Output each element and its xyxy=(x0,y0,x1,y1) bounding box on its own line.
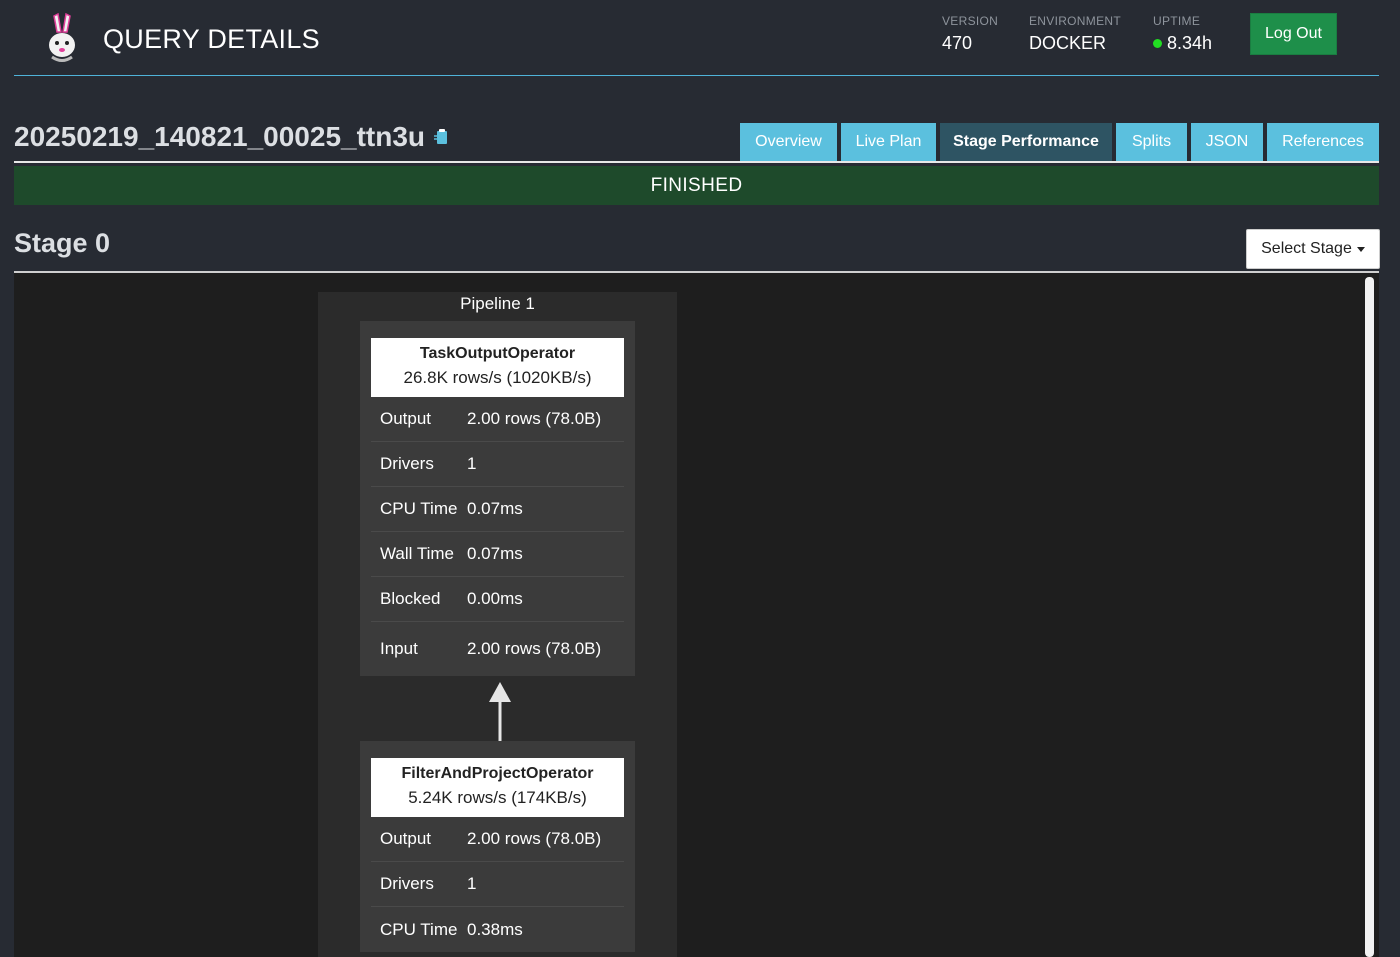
bunny-logo-icon xyxy=(49,12,75,62)
stat-key: Input xyxy=(380,639,418,658)
operator-rate: 5.24K rows/s (174KB/s) xyxy=(408,788,587,807)
operator-header: FilterAndProjectOperator 5.24K rows/s (1… xyxy=(371,758,624,817)
stat-value: 2.00 rows (78.0B) xyxy=(467,829,602,848)
stat-row: CPU Time 0.38ms xyxy=(371,907,624,952)
operator-rate: 26.8K rows/s (1020KB/s) xyxy=(403,368,592,387)
status-dot-icon xyxy=(1153,39,1162,48)
top-header: QUERY DETAILS VERSION 470 ENVIRONMENT DO… xyxy=(14,0,1379,76)
tab-references[interactable]: References xyxy=(1267,123,1379,161)
stat-row: Output 2.00 rows (78.0B) xyxy=(371,817,624,862)
stat-row: Input 2.00 rows (78.0B) xyxy=(371,622,624,676)
stat-key: Output xyxy=(380,409,432,428)
stat-row: Drivers 1 xyxy=(371,442,624,487)
tab-splits[interactable]: Splits xyxy=(1116,123,1187,161)
vertical-scrollbar[interactable] xyxy=(1362,273,1379,957)
operator-name: TaskOutputOperator xyxy=(419,345,576,362)
uptime-value: 8.34h xyxy=(1167,33,1213,53)
operator-node[interactable]: TaskOutputOperator 26.8K rows/s (1020KB/… xyxy=(360,321,635,676)
stat-key: Output xyxy=(380,829,432,848)
tab-overview[interactable]: Overview xyxy=(740,123,837,161)
operator-stats: Output 2.00 rows (78.0B) Drivers 1 CPU Tim… xyxy=(371,817,624,952)
scrollbar-thumb[interactable] xyxy=(1365,277,1374,957)
tab-bar: Overview Live Plan Stage Performance Spl… xyxy=(740,123,1379,161)
uptime-row: 8.34h xyxy=(1153,33,1212,54)
stat-row: Blocked 0.00ms xyxy=(371,577,624,622)
version-value: 470 xyxy=(942,33,973,53)
stat-key: CPU Time xyxy=(380,499,458,518)
stat-value: 0.38ms xyxy=(467,919,523,939)
select-stage-dropdown[interactable]: Select Stage xyxy=(1246,229,1380,269)
tab-live-plan[interactable]: Live Plan xyxy=(841,123,936,161)
query-status-bar: FINISHED xyxy=(14,166,1379,205)
stat-key: Drivers xyxy=(380,874,434,893)
tab-json[interactable]: JSON xyxy=(1191,123,1263,161)
environment-value: DOCKER xyxy=(1029,33,1107,53)
stat-row: CPU Time 0.07ms xyxy=(371,487,624,532)
pipeline-group: Pipeline 1 TaskOutputOperator 26.8K rows… xyxy=(318,292,677,957)
logout-button[interactable]: Log Out xyxy=(1250,13,1337,55)
stat-value: 2.00 rows (78.0B) xyxy=(467,639,602,658)
stat-value: 2.00 rows (78.0B) xyxy=(467,409,602,428)
flow-arrow-icon xyxy=(489,682,511,741)
version-stat: VERSION 470 xyxy=(942,14,998,54)
stage-title: Stage 0 xyxy=(14,228,111,258)
stat-value: 0.00ms xyxy=(467,589,523,608)
stat-row: Output 2.00 rows (78.0B) xyxy=(371,397,624,442)
operator-node[interactable]: FilterAndProjectOperator 5.24K rows/s (1… xyxy=(360,741,635,952)
stat-value: 0.07ms xyxy=(467,544,523,563)
query-id-row: 20250219_140821_00025_ttn3u xyxy=(14,121,449,153)
stat-row: Wall Time 0.07ms xyxy=(371,532,624,577)
stat-value: 0.07ms xyxy=(467,499,523,518)
select-stage-label: Select Stage xyxy=(1261,240,1352,257)
stat-value: 1 xyxy=(467,454,477,473)
environment-stat: ENVIRONMENT DOCKER xyxy=(1029,14,1121,54)
version-label: VERSION xyxy=(942,14,999,28)
stat-row: Drivers 1 xyxy=(371,862,624,907)
pipeline-label: Pipeline 1 xyxy=(460,294,535,313)
divider xyxy=(14,161,1379,163)
caret-down-icon xyxy=(1356,246,1365,252)
operator-name: FilterAndProjectOperator xyxy=(401,765,594,782)
copy-clipboard-icon[interactable] xyxy=(433,128,449,146)
stat-key: Blocked xyxy=(380,589,441,608)
stat-key: Drivers xyxy=(380,454,434,473)
stat-key: CPU Time xyxy=(380,919,458,939)
uptime-label: UPTIME xyxy=(1153,14,1201,28)
stat-value: 1 xyxy=(467,874,477,893)
app-title: QUERY DETAILS xyxy=(103,24,320,54)
operator-stats: Output 2.00 rows (78.0B) Drivers 1 CPU Tim… xyxy=(371,397,624,676)
stat-key: Wall Time xyxy=(380,544,454,563)
stage-performance-canvas[interactable]: Pipeline 1 TaskOutputOperator 26.8K rows… xyxy=(14,273,1379,957)
operator-header: TaskOutputOperator 26.8K rows/s (1020KB/… xyxy=(371,338,624,397)
uptime-stat: UPTIME 8.34h xyxy=(1153,14,1212,54)
environment-label: ENVIRONMENT xyxy=(1029,14,1121,28)
tab-stage-performance[interactable]: Stage Performance xyxy=(940,123,1112,161)
query-id: 20250219_140821_00025_ttn3u xyxy=(14,121,426,152)
